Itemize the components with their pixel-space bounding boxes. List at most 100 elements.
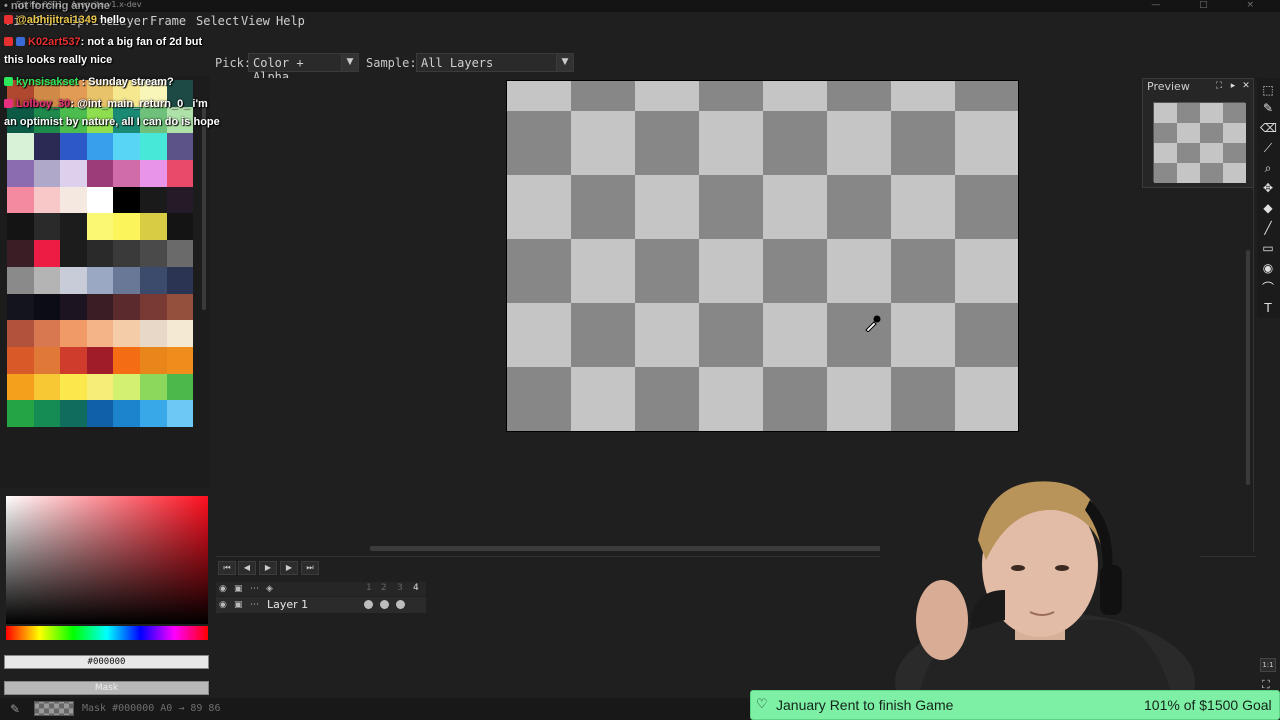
play-icon[interactable]: ▶: [259, 561, 277, 575]
palette-swatch[interactable]: [7, 346, 34, 374]
lock-icon[interactable]: ▣: [234, 600, 243, 610]
palette-swatch[interactable]: [33, 293, 61, 321]
palette-swatch[interactable]: [113, 293, 140, 321]
horizontal-scrollbar[interactable]: [370, 546, 950, 551]
palette-swatch[interactable]: [7, 213, 34, 241]
pick-dropdown-icon[interactable]: ▼: [341, 53, 359, 72]
palette-swatch[interactable]: [60, 400, 87, 427]
palette-swatch[interactable]: [7, 293, 34, 321]
vertical-scrollbar[interactable]: [1246, 250, 1250, 485]
contour-icon[interactable]: ⌒: [1260, 280, 1276, 296]
pencil-icon[interactable]: ✎: [1260, 100, 1276, 116]
palette-swatch[interactable]: [7, 160, 34, 187]
palette-swatch[interactable]: [33, 186, 61, 214]
palette-swatch[interactable]: [86, 293, 114, 321]
frame-2[interactable]: 2: [381, 583, 387, 593]
palette-swatch[interactable]: [86, 160, 114, 187]
palette-swatch[interactable]: [33, 400, 61, 427]
palette-swatch[interactable]: [139, 320, 167, 347]
palette-swatch[interactable]: [113, 133, 140, 161]
palette-swatch[interactable]: [139, 213, 167, 241]
palette-swatch[interactable]: [166, 186, 194, 214]
palette-swatch[interactable]: [86, 186, 114, 214]
palette-swatch[interactable]: [113, 346, 140, 374]
frame-1[interactable]: 1: [366, 583, 372, 593]
palette-swatch[interactable]: [33, 133, 61, 161]
palette-swatch[interactable]: [60, 346, 87, 374]
palette-swatch[interactable]: [7, 133, 34, 161]
frame-3[interactable]: 3: [397, 583, 403, 593]
palette-swatch[interactable]: [113, 373, 140, 401]
palette-swatch[interactable]: [139, 266, 167, 294]
cel-frame-3[interactable]: [396, 600, 405, 609]
menu-view[interactable]: View: [241, 14, 270, 28]
palette-swatch[interactable]: [60, 133, 87, 161]
palette-swatch[interactable]: [7, 373, 34, 401]
palette-swatch[interactable]: [86, 400, 114, 427]
palette-swatch[interactable]: [7, 400, 34, 427]
palette-swatch[interactable]: [60, 373, 87, 401]
palette-swatch[interactable]: [86, 213, 114, 241]
prev-frame-icon[interactable]: ◀: [238, 561, 256, 575]
marquee-icon[interactable]: ⬚: [1260, 82, 1276, 98]
palette-swatch[interactable]: [139, 133, 167, 161]
palette-swatch[interactable]: [166, 160, 194, 187]
first-frame-icon[interactable]: ⏮: [218, 561, 236, 575]
palette-swatch[interactable]: [139, 293, 167, 321]
fill-icon[interactable]: ◆: [1260, 200, 1276, 216]
zoom-reset-button[interactable]: 1:1: [1260, 658, 1276, 672]
sample-select[interactable]: All Layers: [416, 53, 558, 72]
palette-swatch[interactable]: [113, 400, 140, 427]
palette-swatch[interactable]: [166, 373, 194, 401]
palette-swatch[interactable]: [33, 346, 61, 374]
pick-select[interactable]: Color + Alpha: [248, 53, 344, 84]
palette-swatch[interactable]: [7, 320, 34, 347]
palette-swatch[interactable]: [113, 213, 140, 241]
palette-swatch[interactable]: [60, 240, 87, 267]
visibility-header-icon[interactable]: ◉: [219, 584, 227, 594]
lock-header-icon[interactable]: ▣: [234, 584, 243, 594]
palette-swatch[interactable]: [139, 186, 167, 214]
palette-swatch[interactable]: [166, 133, 194, 161]
palette-swatch[interactable]: [33, 213, 61, 241]
rectangle-icon[interactable]: ▭: [1260, 240, 1276, 256]
move-icon[interactable]: ✥: [1260, 180, 1276, 196]
menu-select[interactable]: Select: [196, 14, 239, 28]
palette-swatch[interactable]: [86, 320, 114, 347]
palette-swatch[interactable]: [86, 240, 114, 267]
sample-dropdown-icon[interactable]: ▼: [556, 53, 574, 72]
palette-swatch[interactable]: [166, 346, 194, 374]
palette-swatch[interactable]: [113, 186, 140, 214]
palette-swatch[interactable]: [60, 213, 87, 241]
palette-swatch[interactable]: [33, 160, 61, 187]
preview-fullscreen-icon[interactable]: ⛶: [1214, 81, 1224, 91]
menu-help[interactable]: Help: [276, 14, 305, 28]
palette-swatch[interactable]: [139, 240, 167, 267]
palette-swatch[interactable]: [166, 266, 194, 294]
palette-swatch[interactable]: [139, 400, 167, 427]
palette-scrollbar[interactable]: [202, 100, 206, 310]
sprite-canvas[interactable]: [506, 80, 1019, 432]
onion-skin-icon[interactable]: ◈: [266, 584, 273, 594]
palette-swatch[interactable]: [166, 400, 194, 427]
layer-row[interactable]: [216, 597, 426, 613]
palette-swatch[interactable]: [166, 320, 194, 347]
preview-close-icon[interactable]: ✕: [1241, 81, 1251, 91]
palette-swatch[interactable]: [86, 346, 114, 374]
palette-swatch[interactable]: [86, 373, 114, 401]
palette-swatch[interactable]: [33, 240, 61, 267]
next-frame-icon[interactable]: ▶: [280, 561, 298, 575]
color-spectrum[interactable]: [6, 496, 208, 624]
menu-frame[interactable]: Frame: [150, 14, 186, 28]
frame-4[interactable]: 4: [413, 583, 419, 593]
palette-swatch[interactable]: [86, 133, 114, 161]
text-icon[interactable]: T: [1260, 300, 1276, 316]
cel-frame-1[interactable]: [364, 600, 373, 609]
hue-slider[interactable]: [6, 626, 208, 640]
palette-swatch[interactable]: [166, 240, 194, 267]
layer-name[interactable]: Layer 1: [267, 598, 308, 611]
preview-play-icon[interactable]: ▸: [1228, 81, 1238, 91]
palette-swatch[interactable]: [7, 266, 34, 294]
brush-icon[interactable]: ✎: [10, 702, 20, 716]
palette-swatch[interactable]: [139, 346, 167, 374]
